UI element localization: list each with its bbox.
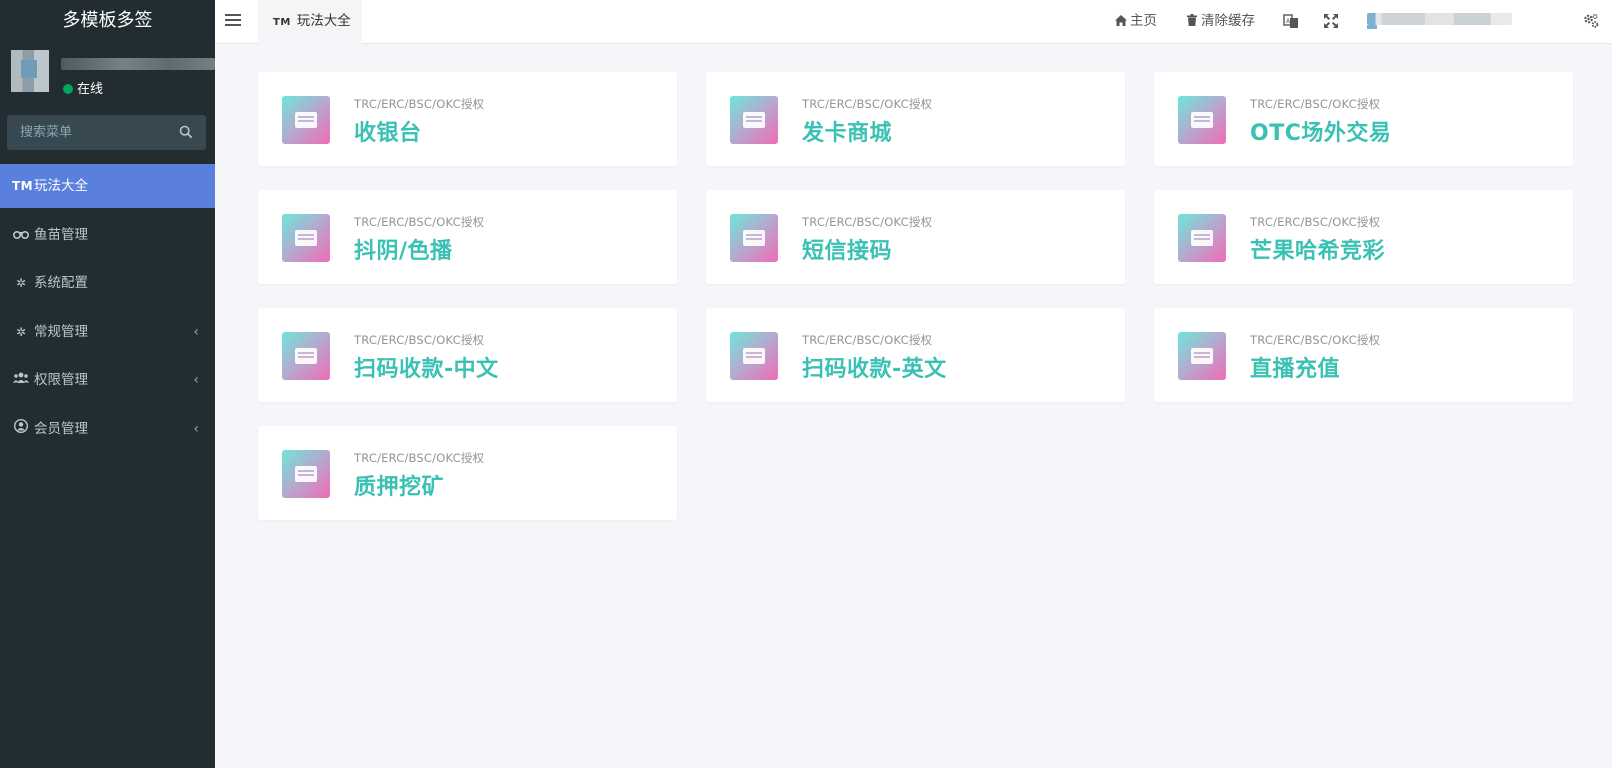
card-document-icon <box>282 214 330 262</box>
translate-icon[interactable]: A <box>1283 13 1299 29</box>
binoculars-icon <box>12 213 30 257</box>
card-sms-code[interactable]: TRC/ERC/BSC/OKC授权 短信接码 <box>706 190 1125 284</box>
card-card-shop[interactable]: TRC/ERC/BSC/OKC授权 发卡商城 <box>706 72 1125 166</box>
card-title: 扫码收款-英文 <box>802 357 947 382</box>
user-panel: 在线 <box>0 44 215 102</box>
card-title: 直播充值 <box>1250 357 1341 382</box>
card-document-icon <box>1178 214 1226 262</box>
search-icon[interactable] <box>179 125 193 139</box>
sidebar-item-label: 玩法大全 <box>34 178 88 194</box>
online-status: 在线 <box>63 78 103 97</box>
sidebar-item-playbook[interactable]: TM玩法大全 <box>0 164 215 208</box>
card-title: 芒果哈希竞彩 <box>1250 239 1386 264</box>
card-live-recharge[interactable]: TRC/ERC/BSC/OKC授权 直播充值 <box>1154 308 1573 402</box>
menu-toggle-icon[interactable] <box>225 12 241 28</box>
tab-playbook[interactable]: TM 玩法大全 <box>258 0 362 44</box>
trash-icon <box>1187 14 1197 26</box>
search-menu-input[interactable] <box>7 115 167 150</box>
tm-icon: TM <box>273 17 291 28</box>
sidebar-search <box>7 115 206 150</box>
card-document-icon <box>730 332 778 380</box>
sidebar-item-label: 会员管理 <box>34 420 88 437</box>
card-subtitle: TRC/ERC/BSC/OKC授权 <box>354 333 485 347</box>
card-subtitle: TRC/ERC/BSC/OKC授权 <box>802 333 933 347</box>
card-document-icon <box>282 96 330 144</box>
brand-logo[interactable]: 多模板多签 <box>0 0 215 44</box>
sidebar-item-permission-management[interactable]: 权限管理 ‹ <box>0 358 215 402</box>
card-otc-trade[interactable]: TRC/ERC/BSC/OKC授权 OTC场外交易 <box>1154 72 1573 166</box>
card-document-icon <box>282 450 330 498</box>
card-qr-payment-cn[interactable]: TRC/ERC/BSC/OKC授权 扫码收款-中文 <box>258 308 677 402</box>
card-document-icon <box>730 214 778 262</box>
tab-label: 玩法大全 <box>296 13 351 29</box>
gear-icon: ✲ <box>15 276 27 290</box>
sidebar-item-general-management[interactable]: ✲ 常规管理 ‹ <box>0 310 215 354</box>
sidebar-item-fish-management[interactable]: 鱼苗管理 <box>0 213 215 257</box>
sidebar-item-label: 常规管理 <box>34 323 88 340</box>
user-name-blurred <box>61 58 215 70</box>
sidebar-item-label: 鱼苗管理 <box>34 226 88 243</box>
card-title: 短信接码 <box>802 239 893 264</box>
users-icon <box>12 358 30 402</box>
card-subtitle: TRC/ERC/BSC/OKC授权 <box>354 97 485 111</box>
chevron-left-icon: ‹ <box>193 372 199 388</box>
card-video-live[interactable]: TRC/ERC/BSC/OKC授权 抖阴/色播 <box>258 190 677 284</box>
home-link[interactable]: 主页 <box>1115 0 1157 44</box>
card-title: 收银台 <box>354 121 422 146</box>
sidebar-menu: TM玩法大全 鱼苗管理 ✲ 系统配置 ✲ 常规管理 ‹ 权限管理 ‹ 会员管理 ‹ <box>0 164 215 455</box>
card-subtitle: TRC/ERC/BSC/OKC授权 <box>802 215 933 229</box>
online-status-label: 在线 <box>77 82 104 97</box>
card-title: OTC场外交易 <box>1250 121 1392 146</box>
card-title: 发卡商城 <box>802 121 893 146</box>
home-label: 主页 <box>1130 13 1157 29</box>
user-circle-icon <box>12 407 30 451</box>
card-title: 质押挖矿 <box>354 475 445 500</box>
card-subtitle: TRC/ERC/BSC/OKC授权 <box>354 451 485 465</box>
card-document-icon <box>1178 332 1226 380</box>
sidebar-item-member-management[interactable]: 会员管理 ‹ <box>0 407 215 451</box>
clear-cache-label: 清除缓存 <box>1201 13 1255 29</box>
settings-gears-icon[interactable] <box>1583 13 1599 29</box>
home-icon <box>1115 15 1127 26</box>
fullscreen-icon[interactable] <box>1323 13 1339 29</box>
card-subtitle: TRC/ERC/BSC/OKC授权 <box>1250 333 1381 347</box>
card-subtitle: TRC/ERC/BSC/OKC授权 <box>802 97 933 111</box>
card-mango-hash[interactable]: TRC/ERC/BSC/OKC授权 芒果哈希竞彩 <box>1154 190 1573 284</box>
gears-icon: ✲ <box>15 324 27 339</box>
sidebar-item-label: 权限管理 <box>34 372 88 388</box>
card-subtitle: TRC/ERC/BSC/OKC授权 <box>354 215 485 229</box>
sidebar-item-label: 系统配置 <box>34 275 88 291</box>
card-qr-payment-en[interactable]: TRC/ERC/BSC/OKC授权 扫码收款-英文 <box>706 308 1125 402</box>
user-account-blurred[interactable] <box>1367 13 1512 29</box>
card-document-icon <box>1178 96 1226 144</box>
chevron-left-icon: ‹ <box>193 323 199 340</box>
card-subtitle: TRC/ERC/BSC/OKC授权 <box>1250 97 1381 111</box>
card-title: 扫码收款-中文 <box>354 357 499 382</box>
chevron-left-icon: ‹ <box>193 420 199 437</box>
sidebar-item-system-config[interactable]: ✲ 系统配置 <box>0 261 215 305</box>
card-cashier[interactable]: TRC/ERC/BSC/OKC授权 收银台 <box>258 72 677 166</box>
card-title: 抖阴/色播 <box>354 239 453 264</box>
card-document-icon <box>282 332 330 380</box>
online-dot-icon <box>63 84 73 94</box>
sidebar: 多模板多签 在线 TM玩法大全 鱼苗管理 ✲ 系统配置 ✲ 常规管理 ‹ <box>0 0 215 768</box>
card-document-icon <box>730 96 778 144</box>
topbar: TM 玩法大全 主页 清除缓存 A <box>215 0 1612 44</box>
card-staking-mining[interactable]: TRC/ERC/BSC/OKC授权 质押挖矿 <box>258 426 677 520</box>
clear-cache-button[interactable]: 清除缓存 <box>1187 0 1255 44</box>
avatar <box>11 50 49 92</box>
card-subtitle: TRC/ERC/BSC/OKC授权 <box>1250 215 1381 229</box>
tm-icon: TM <box>12 179 34 193</box>
